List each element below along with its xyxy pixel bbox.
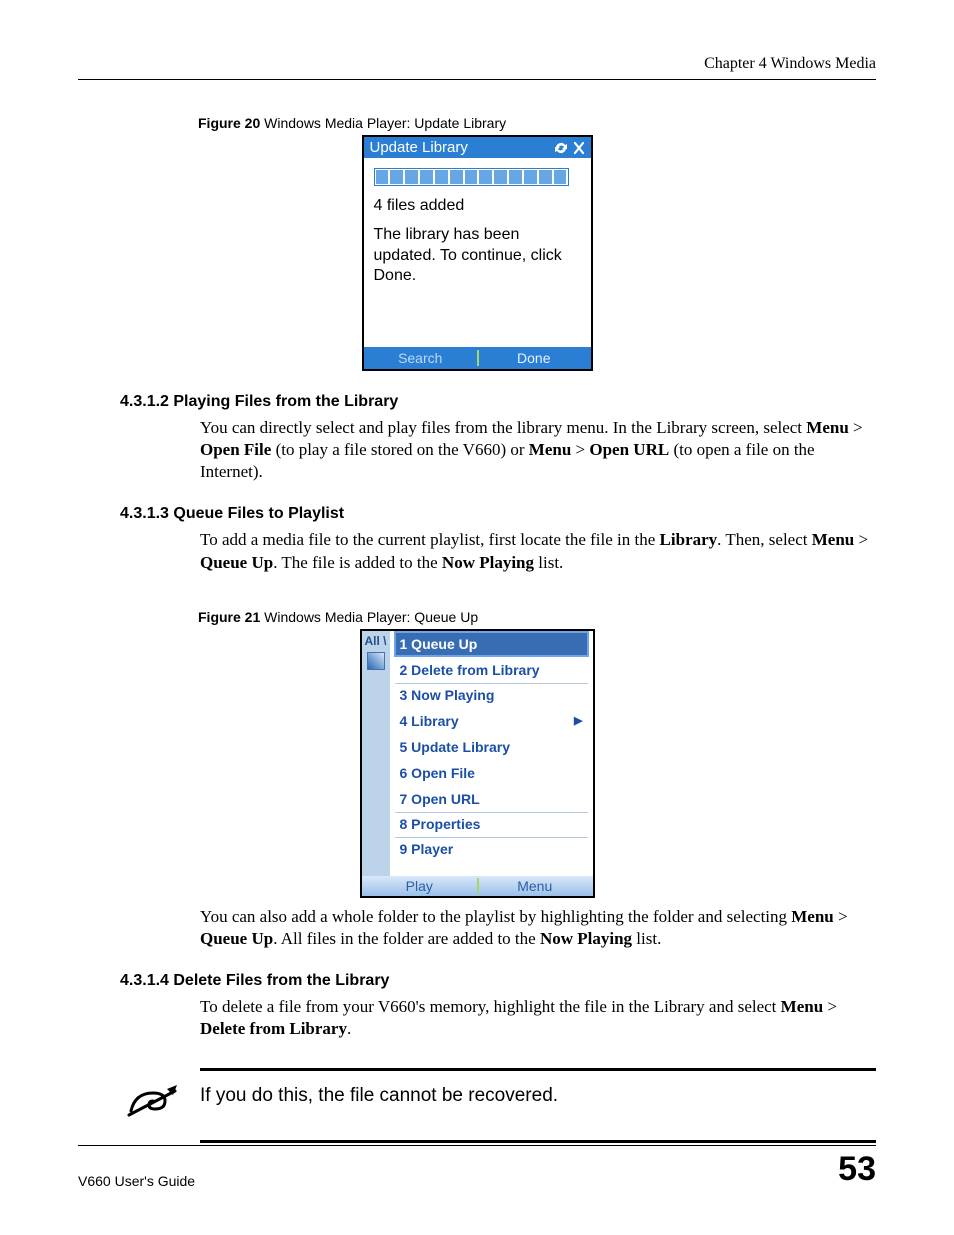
figure-20-title: Windows Media Player: Update Library (260, 115, 506, 131)
menu-item-properties[interactable]: 8 Properties (394, 812, 589, 837)
menu-item-library[interactable]: 4 Library▶ (394, 708, 589, 734)
footer-guide: V660 User's Guide (78, 1173, 195, 1189)
thumb-icon (367, 652, 385, 670)
library-updated-message: The library has been updated. To continu… (374, 225, 581, 287)
menu-button[interactable]: Menu (477, 876, 593, 896)
figure-21-caption: Figure 21 Windows Media Player: Queue Up (198, 609, 876, 625)
done-button[interactable]: Done (477, 347, 591, 369)
menu-item-delete-from-library[interactable]: 2 Delete from Library (394, 657, 589, 683)
note-block: If you do this, the file cannot be recov… (124, 1068, 876, 1143)
note-rule-top (200, 1068, 876, 1071)
footer-rule (78, 1145, 876, 1146)
update-library-titlebar: Update Library (364, 137, 591, 158)
figure-20-label: Figure 20 (198, 115, 260, 131)
heading-4-3-1-4: 4.3.1.4 Delete Files from the Library (120, 972, 876, 990)
search-button[interactable]: Search (364, 347, 478, 369)
update-library-title: Update Library (370, 139, 468, 156)
figure-21-title: Windows Media Player: Queue Up (260, 609, 478, 625)
para-4-3-1-2: You can directly select and play files f… (200, 417, 872, 483)
para-4-3-1-3: To add a media file to the current playl… (200, 529, 872, 573)
play-button[interactable]: Play (362, 876, 478, 896)
sync-icon (553, 139, 569, 156)
para-4-3-1-4: To delete a file from your V660's memory… (200, 996, 872, 1040)
all-label: All \ (364, 634, 386, 648)
menu-item-player[interactable]: 9 Player (394, 837, 589, 862)
header-rule (78, 79, 876, 80)
close-icon (573, 139, 585, 156)
figure-20-caption: Figure 20 Windows Media Player: Update L… (198, 115, 876, 131)
heading-4-3-1-2: 4.3.1.2 Playing Files from the Library (120, 393, 876, 411)
menu-item-queue-up[interactable]: 1 Queue Up (394, 631, 589, 657)
menu-item-open-url[interactable]: 7 Open URL (394, 786, 589, 812)
chevron-right-icon: ▶ (574, 714, 582, 727)
queue-up-menu-window: All \ 1 Queue Up 2 Delete from Library 3… (360, 629, 595, 898)
progress-bar (374, 168, 569, 186)
update-library-window: Update Library 4 files added The library… (362, 135, 593, 371)
menu-item-update-library[interactable]: 5 Update Library (394, 734, 589, 760)
menu-left-rail: All \ (362, 631, 390, 876)
menu-item-open-file[interactable]: 6 Open File (394, 760, 589, 786)
files-added-status: 4 files added (374, 196, 581, 217)
figure-21-label: Figure 21 (198, 609, 260, 625)
heading-4-3-1-3: 4.3.1.3 Queue Files to Playlist (120, 505, 876, 523)
page-number: 53 (838, 1150, 876, 1189)
note-icon (124, 1085, 182, 1126)
menu-item-now-playing[interactable]: 3 Now Playing (394, 683, 589, 708)
chapter-header: Chapter 4 Windows Media (78, 55, 876, 79)
note-text: If you do this, the file cannot be recov… (200, 1085, 558, 1107)
para-after-fig21: You can also add a whole folder to the p… (200, 906, 872, 950)
